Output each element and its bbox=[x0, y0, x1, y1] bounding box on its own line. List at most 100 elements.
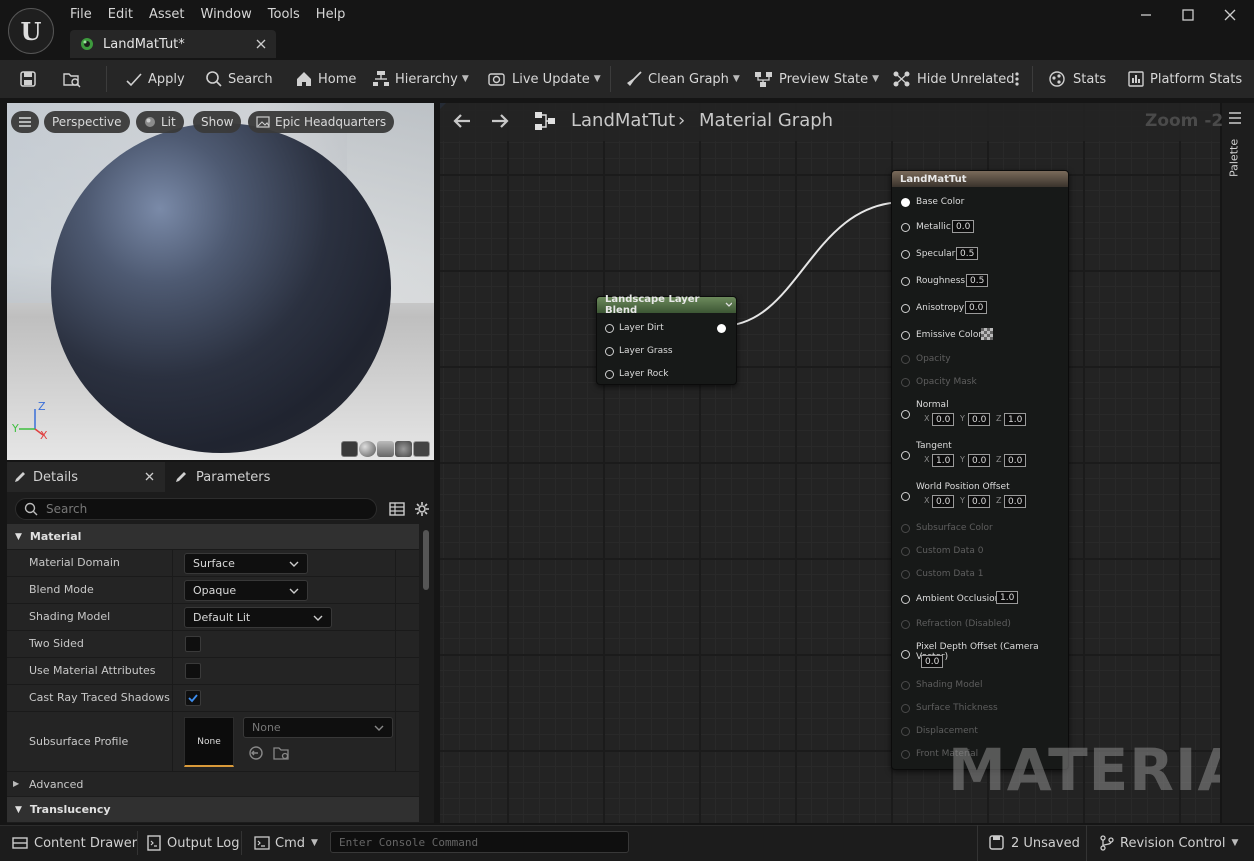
tangent-x-value[interactable]: 1.0 bbox=[932, 454, 955, 467]
sphere-mesh-icon[interactable] bbox=[359, 441, 376, 457]
layer-grass-input-pin[interactable] bbox=[605, 347, 614, 356]
ambient-occlusion-value[interactable]: 1.0 bbox=[996, 591, 1019, 604]
roughness-value[interactable]: 0.5 bbox=[966, 274, 989, 287]
use-material-attributes-checkbox[interactable] bbox=[185, 663, 201, 679]
specular-input-pin[interactable] bbox=[901, 250, 910, 259]
roughness-input-pin[interactable] bbox=[901, 277, 910, 286]
show-button[interactable]: Show bbox=[193, 111, 242, 133]
apply-button[interactable]: Apply bbox=[125, 60, 185, 98]
metallic-value[interactable]: 0.0 bbox=[952, 220, 975, 233]
search-button[interactable]: Search bbox=[205, 60, 273, 98]
tangent-input-pin[interactable] bbox=[901, 451, 910, 460]
close-tab-icon[interactable] bbox=[256, 39, 266, 49]
tab-parameters[interactable]: Parameters bbox=[174, 462, 270, 492]
emissive-color-input-pin[interactable] bbox=[901, 331, 910, 340]
back-arrow-icon[interactable] bbox=[451, 112, 473, 130]
anisotropy-value[interactable]: 0.0 bbox=[965, 301, 988, 314]
menu-asset[interactable]: Asset bbox=[141, 0, 193, 30]
details-scrollbar[interactable] bbox=[423, 530, 429, 590]
world-position-offset-input-pin[interactable] bbox=[901, 492, 910, 501]
displacement-input-pin[interactable] bbox=[901, 727, 910, 736]
revision-control-button[interactable]: Revision Control ▼ bbox=[1100, 825, 1238, 861]
refraction-input-pin[interactable] bbox=[901, 620, 910, 629]
settings-gear-icon[interactable] bbox=[414, 501, 430, 517]
maximize-button[interactable] bbox=[1167, 0, 1209, 30]
subsurface-color-input-pin[interactable] bbox=[901, 524, 910, 533]
shading-model-combo[interactable]: Default Lit bbox=[184, 607, 332, 628]
chevron-down-icon[interactable] bbox=[725, 302, 732, 308]
unsaved-button[interactable]: 2 Unsaved bbox=[989, 825, 1080, 861]
material-domain-combo[interactable]: Surface bbox=[184, 553, 308, 574]
ambient-occlusion-input-pin[interactable] bbox=[901, 595, 910, 604]
stats-button[interactable]: Stats bbox=[1048, 60, 1106, 98]
pixel-depth-offset-input-pin[interactable] bbox=[901, 650, 910, 659]
viewport-menu-button[interactable] bbox=[11, 111, 39, 133]
plane-mesh-icon[interactable] bbox=[377, 441, 394, 457]
base-color-input-pin[interactable] bbox=[901, 198, 910, 207]
content-drawer-button[interactable]: Content Drawer bbox=[12, 825, 137, 861]
layer-rock-input-pin[interactable] bbox=[605, 370, 614, 379]
details-search-input[interactable]: Search bbox=[15, 498, 377, 520]
surface-thickness-input-pin[interactable] bbox=[901, 704, 910, 713]
menu-window[interactable]: Window bbox=[193, 0, 260, 30]
landscape-layer-blend-node[interactable]: Landscape Layer Blend Layer Dirt Layer G… bbox=[596, 294, 737, 385]
menu-edit[interactable]: Edit bbox=[100, 0, 141, 30]
browse-button[interactable] bbox=[62, 60, 82, 98]
custom-data-0-input-pin[interactable] bbox=[901, 547, 910, 556]
material-preview-viewport[interactable]: Perspective Lit Show Epic Headquarters Z… bbox=[7, 103, 434, 460]
subsurface-profile-combo[interactable]: None bbox=[243, 717, 393, 738]
opacity-input-pin[interactable] bbox=[901, 355, 910, 364]
clean-graph-button[interactable]: Clean Graph ▼ bbox=[625, 60, 740, 98]
blend-output-pin[interactable] bbox=[717, 324, 726, 333]
forward-arrow-icon[interactable] bbox=[489, 112, 511, 130]
shading-model-input-pin[interactable] bbox=[901, 681, 910, 690]
normal-input-pin[interactable] bbox=[901, 410, 910, 419]
material-graph-canvas[interactable]: Landscape Layer Blend Layer Dirt Layer G… bbox=[440, 103, 1220, 823]
teapot-mesh-icon[interactable] bbox=[413, 441, 430, 457]
category-translucency[interactable]: ▼ Translucency bbox=[7, 797, 419, 822]
breadcrumb-root[interactable]: LandMatTut bbox=[571, 110, 675, 131]
lit-button[interactable]: Lit bbox=[136, 111, 184, 133]
palette-tab[interactable]: Palette bbox=[1226, 133, 1242, 183]
layer-dirt-input-pin[interactable] bbox=[605, 324, 614, 333]
material-result-node[interactable]: LandMatTut Base Color Metallic 0.0 Specu… bbox=[891, 170, 1069, 770]
tangent-z-value[interactable]: 0.0 bbox=[1004, 454, 1027, 467]
perspective-button[interactable]: Perspective bbox=[44, 111, 130, 133]
pixel-depth-offset-value[interactable]: 0.0 bbox=[921, 655, 944, 668]
hide-unrelated-button[interactable]: Hide Unrelated bbox=[892, 60, 1015, 98]
opacity-mask-input-pin[interactable] bbox=[901, 378, 910, 387]
document-tab[interactable]: LandMatTut* bbox=[70, 30, 276, 58]
wpo-y-value[interactable]: 0.0 bbox=[968, 495, 991, 508]
table-view-icon[interactable] bbox=[389, 501, 405, 517]
palette-menu-icon[interactable] bbox=[1228, 111, 1242, 125]
specular-value[interactable]: 0.5 bbox=[956, 247, 979, 260]
menu-help[interactable]: Help bbox=[308, 0, 354, 30]
cast-ray-traced-shadows-checkbox[interactable] bbox=[185, 690, 201, 706]
two-sided-checkbox[interactable] bbox=[185, 636, 201, 652]
preview-state-button[interactable]: Preview State ▼ bbox=[754, 60, 879, 98]
wpo-z-value[interactable]: 0.0 bbox=[1004, 495, 1027, 508]
menu-file[interactable]: File bbox=[62, 0, 100, 30]
wpo-x-value[interactable]: 0.0 bbox=[932, 495, 955, 508]
menu-tools[interactable]: Tools bbox=[260, 0, 308, 30]
tab-details[interactable]: Details bbox=[13, 462, 78, 492]
environment-button[interactable]: Epic Headquarters bbox=[248, 111, 395, 133]
unreal-logo[interactable]: U bbox=[8, 8, 54, 54]
blend-mode-combo[interactable]: Opaque bbox=[184, 580, 308, 601]
category-material[interactable]: ▼ Material bbox=[7, 524, 419, 549]
normal-y-value[interactable]: 0.0 bbox=[968, 413, 991, 426]
front-material-input-pin[interactable] bbox=[901, 750, 910, 759]
output-log-button[interactable]: Output Log bbox=[147, 825, 240, 861]
cmd-button[interactable]: Cmd ▼ bbox=[254, 825, 318, 861]
cylinder-mesh-icon[interactable] bbox=[341, 441, 358, 457]
metallic-input-pin[interactable] bbox=[901, 223, 910, 232]
console-input[interactable]: Enter Console Command bbox=[330, 831, 629, 853]
category-advanced[interactable]: ▶ Advanced bbox=[7, 771, 419, 796]
normal-x-value[interactable]: 0.0 bbox=[932, 413, 955, 426]
hierarchy-button[interactable]: Hierarchy ▼ bbox=[372, 60, 469, 98]
tangent-y-value[interactable]: 0.0 bbox=[968, 454, 991, 467]
live-update-button[interactable]: Live Update ▼ bbox=[487, 60, 601, 98]
save-button[interactable] bbox=[19, 60, 37, 98]
more-options-button[interactable] bbox=[1014, 60, 1020, 98]
normal-z-value[interactable]: 1.0 bbox=[1004, 413, 1027, 426]
